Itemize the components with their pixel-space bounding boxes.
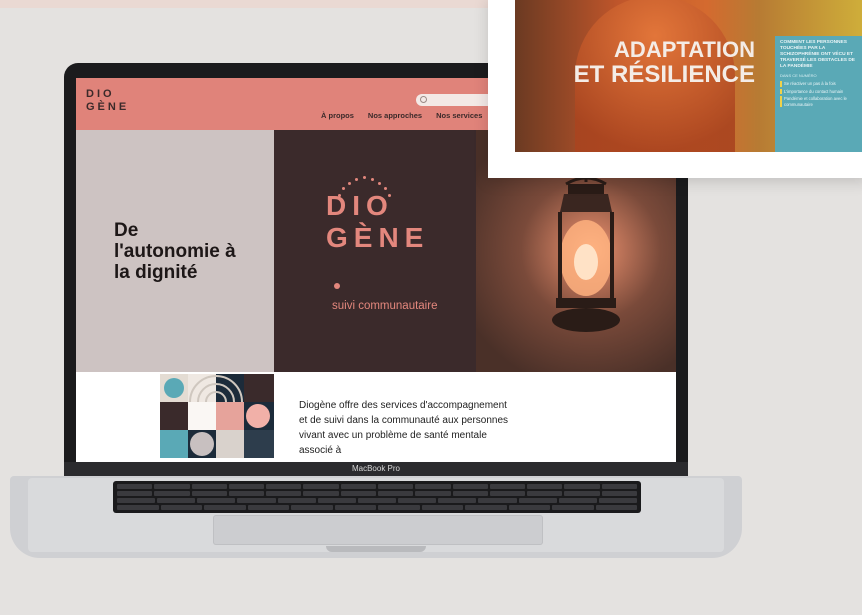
- nav-item-nos-services[interactable]: Nos services: [436, 111, 482, 120]
- hero-brand-logo: DIO GÈNE: [326, 190, 429, 254]
- panel-item: Pandémie et collaboration avec le commun…: [780, 96, 858, 107]
- magazine-title-line-2: ET RÉSILIENCE: [573, 61, 755, 88]
- hero-tagline: suivi communautaire: [332, 300, 438, 312]
- hero-brand-panel: DIO GÈNE suivi communautaire: [274, 130, 476, 372]
- magazine-title: ADAPTATION ET RÉSILIENCE: [574, 38, 755, 88]
- panel-item-list: Se réactiver un pas à la fois L'importan…: [780, 81, 858, 107]
- hero-brand-line-1: DIO: [326, 190, 394, 221]
- panel-item: L'importance du contact humain: [780, 88, 858, 94]
- magazine-cover-card: ADAPTATION ET RÉSILIENCE COMMENT LES PER…: [488, 0, 862, 178]
- hero-left-panel: De l'autonomie à la dignité: [76, 130, 274, 372]
- site-logo[interactable]: DIO GÈNE: [86, 88, 132, 124]
- geometric-pattern-image: [160, 374, 274, 458]
- magazine-side-panel: COMMENT LES PERSONNES TOUCHÉES PAR LA SC…: [775, 36, 862, 152]
- laptop-model-label: MacBook Pro: [64, 462, 688, 476]
- intro-description: Diogène offre des services d'accompagnem…: [299, 400, 509, 456]
- laptop-lid-notch: [326, 546, 426, 552]
- magazine-cover-image: ADAPTATION ET RÉSILIENCE COMMENT LES PER…: [515, 0, 862, 152]
- panel-heading: COMMENT LES PERSONNES TOUCHÉES PAR LA SC…: [780, 40, 855, 69]
- bullet-dot: [334, 283, 340, 289]
- nav-item-a-propos[interactable]: À propos: [321, 111, 354, 120]
- laptop-trackpad: [213, 515, 543, 545]
- logo-line-1: DIO: [86, 88, 115, 100]
- hero-brand-line-2: GÈNE: [326, 222, 430, 253]
- logo-line-2: GÈNE: [86, 101, 130, 113]
- main-nav: À propos Nos approches Nos services: [321, 111, 482, 120]
- search-icon: [420, 96, 427, 103]
- hero-title: De l'autonomie à la dignité: [114, 220, 236, 283]
- laptop-keyboard: [113, 481, 641, 513]
- panel-subheading: DANS CE NUMÉRO: [780, 73, 817, 78]
- intro-section: Diogène offre des services d'accompagnem…: [76, 372, 676, 462]
- magazine-title-line-1: ADAPTATION: [614, 37, 755, 62]
- lantern-icon: [552, 172, 620, 332]
- nav-item-nos-approches[interactable]: Nos approches: [368, 111, 422, 120]
- panel-item: Se réactiver un pas à la fois: [780, 81, 858, 87]
